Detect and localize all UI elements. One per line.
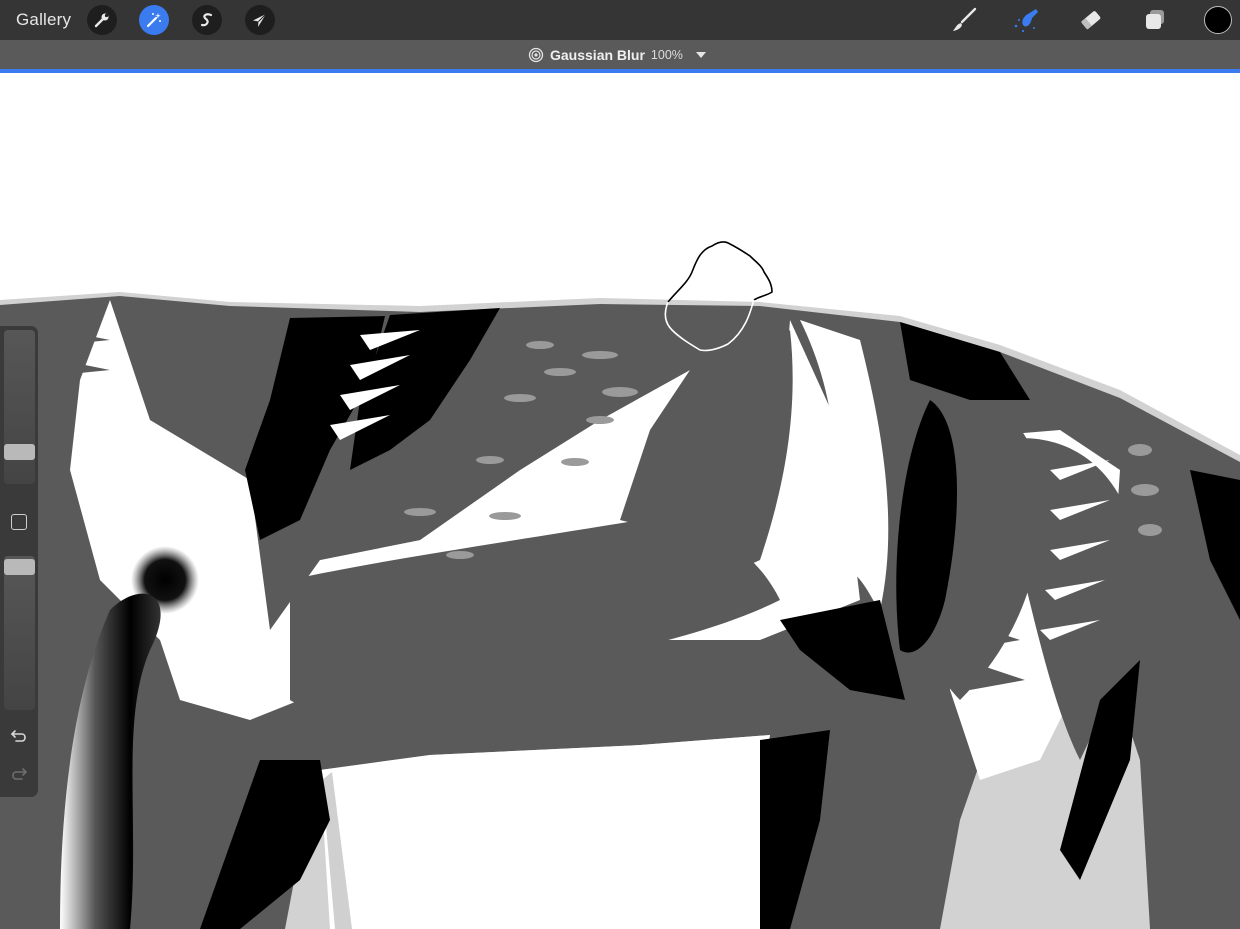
drawing-canvas[interactable] xyxy=(0,73,1240,929)
adjustment-bar: Gaussian Blur 100% xyxy=(0,40,1240,70)
sidebar xyxy=(0,326,38,797)
layers-icon xyxy=(1146,10,1164,29)
top-toolbar: Gallery xyxy=(0,0,1240,40)
smudge-button[interactable] xyxy=(1010,4,1042,36)
redo-icon xyxy=(12,768,28,780)
wrench-icon xyxy=(94,13,109,28)
brush-icon xyxy=(953,7,977,31)
redo-button[interactable] xyxy=(8,764,30,784)
actions-button[interactable] xyxy=(87,5,117,35)
modify-button[interactable] xyxy=(11,514,27,530)
brush-size-slider[interactable] xyxy=(4,330,35,484)
transform-button[interactable] xyxy=(245,5,275,35)
eraser-icon xyxy=(1081,11,1101,30)
opacity-slider[interactable] xyxy=(4,556,35,710)
adjustment-title-group[interactable]: Gaussian Blur 100% xyxy=(528,46,707,64)
magic-wand-icon xyxy=(146,13,161,28)
gaussian-blur-icon xyxy=(528,47,544,63)
smudge-icon xyxy=(1014,9,1038,33)
brush-size-knob[interactable] xyxy=(4,444,35,460)
gallery-button[interactable]: Gallery xyxy=(16,10,71,30)
color-swatch[interactable] xyxy=(1204,6,1232,34)
brush-button[interactable] xyxy=(948,4,980,36)
undo-button[interactable] xyxy=(8,726,30,746)
eraser-button[interactable] xyxy=(1075,4,1107,36)
layers-button[interactable] xyxy=(1139,4,1171,36)
opacity-knob[interactable] xyxy=(4,559,35,575)
adjustments-button[interactable] xyxy=(139,5,169,35)
selection-s-icon xyxy=(200,13,213,27)
adjustment-percent: 100% xyxy=(650,48,683,62)
adjustment-title: Gaussian Blur xyxy=(550,47,645,63)
chevron-down-icon[interactable] xyxy=(695,50,707,60)
undo-icon xyxy=(10,730,26,742)
cursor-arrow-icon xyxy=(253,13,267,27)
selection-button[interactable] xyxy=(192,5,222,35)
